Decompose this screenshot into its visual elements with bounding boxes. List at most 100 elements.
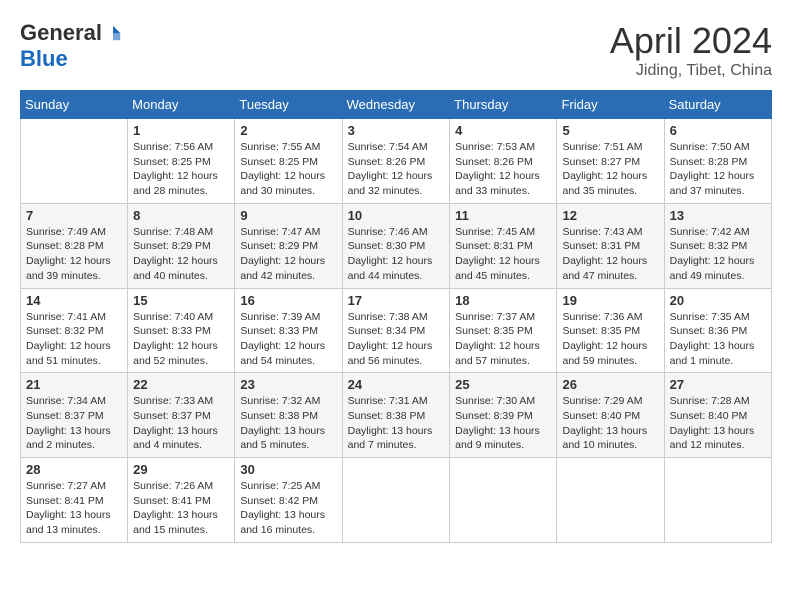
day-number: 18 — [455, 293, 551, 308]
calendar-day-header: Tuesday — [235, 91, 342, 119]
cell-info: Sunrise: 7:39 AMSunset: 8:33 PMDaylight:… — [240, 310, 336, 369]
header: General Blue April 2024 Jiding, Tibet, C… — [20, 20, 772, 80]
calendar-cell: 25Sunrise: 7:30 AMSunset: 8:39 PMDayligh… — [450, 373, 557, 458]
day-number: 17 — [348, 293, 445, 308]
cell-info: Sunrise: 7:31 AMSunset: 8:38 PMDaylight:… — [348, 394, 445, 453]
calendar-cell — [342, 458, 450, 543]
cell-info: Sunrise: 7:49 AMSunset: 8:28 PMDaylight:… — [26, 225, 122, 284]
calendar-cell: 23 Sunrise: 7:32 AMSunset: 8:38 PMDayligh… — [235, 373, 342, 458]
calendar-cell: 8 Sunrise: 7:48 AMSunset: 8:29 PMDaylight… — [128, 203, 235, 288]
calendar-cell: 30 Sunrise: 7:25 AMSunset: 8:42 PMDayligh… — [235, 458, 342, 543]
day-number: 21 — [26, 377, 122, 392]
calendar-week-row: 1 Sunrise: 7:56 AMSunset: 8:25 PMDaylight… — [21, 119, 772, 204]
calendar-cell: 27 Sunrise: 7:28 AMSunset: 8:40 PMDayligh… — [664, 373, 771, 458]
day-number: 7 — [26, 208, 122, 223]
day-number: 8 — [133, 208, 229, 223]
calendar-cell: 1 Sunrise: 7:56 AMSunset: 8:25 PMDaylight… — [128, 119, 235, 204]
day-number: 26 — [562, 377, 658, 392]
calendar-cell — [664, 458, 771, 543]
calendar-cell: 24 Sunrise: 7:31 AMSunset: 8:38 PMDayligh… — [342, 373, 450, 458]
calendar-cell: 14Sunrise: 7:41 AMSunset: 8:32 PMDayligh… — [21, 288, 128, 373]
calendar-cell — [450, 458, 557, 543]
calendar-cell: 26 Sunrise: 7:29 AMSunset: 8:40 PMDayligh… — [557, 373, 664, 458]
calendar-day-header: Monday — [128, 91, 235, 119]
calendar-cell: 2 Sunrise: 7:55 AMSunset: 8:25 PMDaylight… — [235, 119, 342, 204]
cell-info: Sunrise: 7:48 AMSunset: 8:29 PMDaylight:… — [133, 225, 229, 284]
logo-icon — [104, 24, 122, 42]
calendar-cell: 11Sunrise: 7:45 AMSunset: 8:31 PMDayligh… — [450, 203, 557, 288]
cell-info: Sunrise: 7:38 AMSunset: 8:34 PMDaylight:… — [348, 310, 445, 369]
cell-info: Sunrise: 7:36 AMSunset: 8:35 PMDaylight:… — [562, 310, 658, 369]
calendar-day-header: Friday — [557, 91, 664, 119]
calendar-cell: 17 Sunrise: 7:38 AMSunset: 8:34 PMDayligh… — [342, 288, 450, 373]
logo: General Blue — [20, 20, 122, 72]
day-number: 27 — [670, 377, 766, 392]
calendar-day-header: Saturday — [664, 91, 771, 119]
calendar-body: 1 Sunrise: 7:56 AMSunset: 8:25 PMDaylight… — [21, 119, 772, 543]
day-number: 23 — [240, 377, 336, 392]
location: Jiding, Tibet, China — [610, 62, 772, 80]
cell-info: Sunrise: 7:26 AMSunset: 8:41 PMDaylight:… — [133, 479, 229, 538]
cell-info: Sunrise: 7:32 AMSunset: 8:38 PMDaylight:… — [240, 394, 336, 453]
cell-info: Sunrise: 7:34 AMSunset: 8:37 PMDaylight:… — [26, 394, 122, 453]
day-number: 1 — [133, 123, 229, 138]
calendar-cell: 20 Sunrise: 7:35 AMSunset: 8:36 PMDayligh… — [664, 288, 771, 373]
cell-info: Sunrise: 7:29 AMSunset: 8:40 PMDaylight:… — [562, 394, 658, 453]
logo-general-text: General — [20, 20, 102, 46]
day-number: 30 — [240, 462, 336, 477]
cell-info: Sunrise: 7:45 AMSunset: 8:31 PMDaylight:… — [455, 225, 551, 284]
cell-info: Sunrise: 7:54 AMSunset: 8:26 PMDaylight:… — [348, 140, 445, 199]
calendar-cell: 29 Sunrise: 7:26 AMSunset: 8:41 PMDayligh… — [128, 458, 235, 543]
calendar-cell: 4 Sunrise: 7:53 AMSunset: 8:26 PMDaylight… — [450, 119, 557, 204]
calendar-cell: 12Sunrise: 7:43 AMSunset: 8:31 PMDayligh… — [557, 203, 664, 288]
calendar-cell: 22 Sunrise: 7:33 AMSunset: 8:37 PMDayligh… — [128, 373, 235, 458]
cell-info: Sunrise: 7:51 AMSunset: 8:27 PMDaylight:… — [562, 140, 658, 199]
calendar-cell: 13Sunrise: 7:42 AMSunset: 8:32 PMDayligh… — [664, 203, 771, 288]
cell-info: Sunrise: 7:40 AMSunset: 8:33 PMDaylight:… — [133, 310, 229, 369]
day-number: 2 — [240, 123, 336, 138]
logo-blue-text: Blue — [20, 46, 68, 72]
calendar-cell: 9 Sunrise: 7:47 AMSunset: 8:29 PMDaylight… — [235, 203, 342, 288]
cell-info: Sunrise: 7:46 AMSunset: 8:30 PMDaylight:… — [348, 225, 445, 284]
cell-info: Sunrise: 7:35 AMSunset: 8:36 PMDaylight:… — [670, 310, 766, 369]
day-number: 22 — [133, 377, 229, 392]
calendar-week-row: 28 Sunrise: 7:27 AMSunset: 8:41 PMDayligh… — [21, 458, 772, 543]
cell-info: Sunrise: 7:28 AMSunset: 8:40 PMDaylight:… — [670, 394, 766, 453]
day-number: 14 — [26, 293, 122, 308]
calendar-cell — [21, 119, 128, 204]
day-number: 20 — [670, 293, 766, 308]
calendar-day-header: Wednesday — [342, 91, 450, 119]
calendar-cell: 10 Sunrise: 7:46 AMSunset: 8:30 PMDayligh… — [342, 203, 450, 288]
calendar-cell: 6 Sunrise: 7:50 AMSunset: 8:28 PMDaylight… — [664, 119, 771, 204]
calendar-cell: 18 Sunrise: 7:37 AMSunset: 8:35 PMDayligh… — [450, 288, 557, 373]
cell-info: Sunrise: 7:42 AMSunset: 8:32 PMDaylight:… — [670, 225, 766, 284]
cell-info: Sunrise: 7:33 AMSunset: 8:37 PMDaylight:… — [133, 394, 229, 453]
calendar-cell — [557, 458, 664, 543]
cell-info: Sunrise: 7:37 AMSunset: 8:35 PMDaylight:… — [455, 310, 551, 369]
calendar-header-row: SundayMondayTuesdayWednesdayThursdayFrid… — [21, 91, 772, 119]
day-number: 3 — [348, 123, 445, 138]
day-number: 4 — [455, 123, 551, 138]
cell-info: Sunrise: 7:55 AMSunset: 8:25 PMDaylight:… — [240, 140, 336, 199]
cell-info: Sunrise: 7:27 AMSunset: 8:41 PMDaylight:… — [26, 479, 122, 538]
calendar-cell: 15 Sunrise: 7:40 AMSunset: 8:33 PMDayligh… — [128, 288, 235, 373]
day-number: 6 — [670, 123, 766, 138]
cell-info: Sunrise: 7:56 AMSunset: 8:25 PMDaylight:… — [133, 140, 229, 199]
day-number: 28 — [26, 462, 122, 477]
cell-info: Sunrise: 7:50 AMSunset: 8:28 PMDaylight:… — [670, 140, 766, 199]
day-number: 29 — [133, 462, 229, 477]
day-number: 5 — [562, 123, 658, 138]
day-number: 16 — [240, 293, 336, 308]
day-number: 19 — [562, 293, 658, 308]
day-number: 24 — [348, 377, 445, 392]
day-number: 9 — [240, 208, 336, 223]
month-title: April 2024 — [610, 20, 772, 62]
calendar-cell: 28 Sunrise: 7:27 AMSunset: 8:41 PMDayligh… — [21, 458, 128, 543]
day-number: 10 — [348, 208, 445, 223]
cell-info: Sunrise: 7:47 AMSunset: 8:29 PMDaylight:… — [240, 225, 336, 284]
cell-info: Sunrise: 7:25 AMSunset: 8:42 PMDaylight:… — [240, 479, 336, 538]
cell-info: Sunrise: 7:53 AMSunset: 8:26 PMDaylight:… — [455, 140, 551, 199]
day-number: 25 — [455, 377, 551, 392]
calendar-cell: 7 Sunrise: 7:49 AMSunset: 8:28 PMDaylight… — [21, 203, 128, 288]
day-number: 15 — [133, 293, 229, 308]
